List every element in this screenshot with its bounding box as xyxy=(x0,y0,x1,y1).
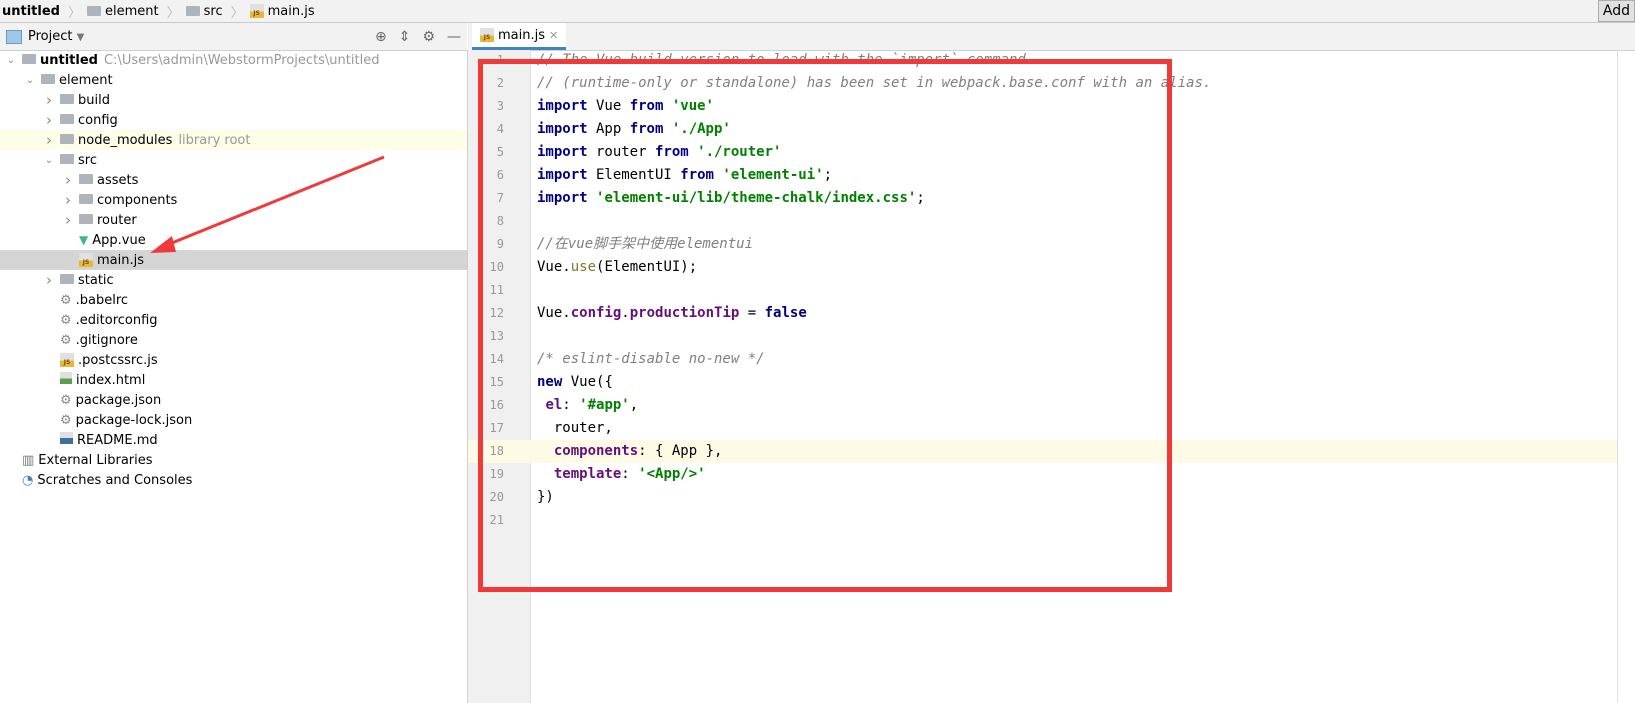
annotation-arrow xyxy=(150,155,385,253)
